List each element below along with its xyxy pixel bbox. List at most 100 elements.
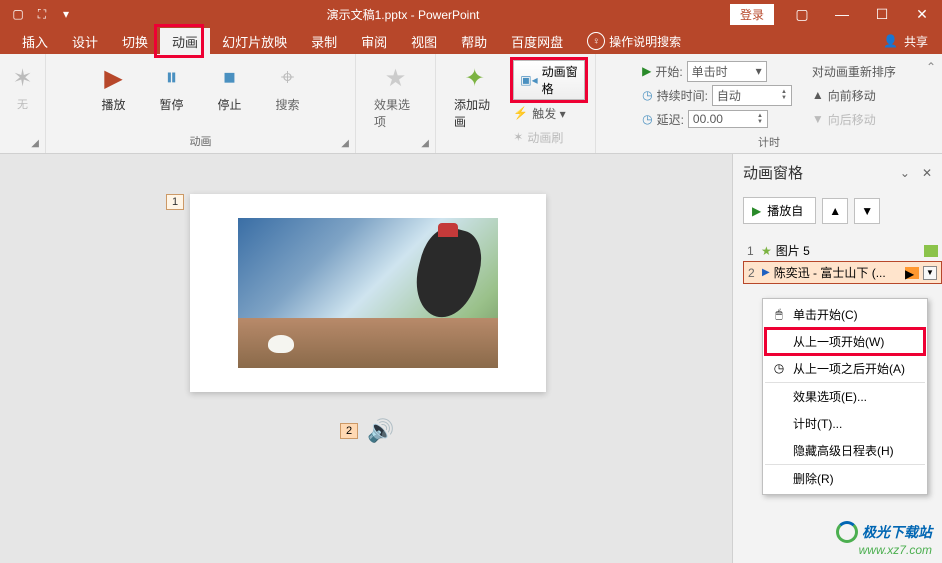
image-placeholder[interactable] xyxy=(238,218,498,368)
menu-remove[interactable]: 删除(R) xyxy=(765,465,925,492)
animation-context-menu: 🖱 单击开始(C) 从上一项开始(W) ◷ 从上一项之后开始(A) 效果选项(E… xyxy=(762,298,928,495)
animation-painter-button[interactable]: ✶ 动画刷 xyxy=(513,126,585,148)
duration-label: 持续时间: xyxy=(657,87,708,104)
clock-icon: ◷ xyxy=(771,360,787,376)
tab-baidu[interactable]: 百度网盘 xyxy=(499,28,575,54)
tab-insert[interactable]: 插入 xyxy=(10,28,60,54)
duration-input[interactable]: 自动▲▼ xyxy=(712,85,792,106)
animation-pane-title: 动画窗格 xyxy=(743,162,803,183)
none-label: 无 xyxy=(17,96,28,112)
pause-button[interactable]: ⏸ 暂停 xyxy=(144,58,200,117)
close-button[interactable]: ✕ xyxy=(902,0,942,28)
play-from-button[interactable]: ▶ 播放自 xyxy=(743,197,816,224)
arrow-up-icon: ▲ xyxy=(829,204,841,218)
menu-on-click[interactable]: 🖱 单击开始(C) xyxy=(765,301,925,328)
move-up-button[interactable]: ▲ xyxy=(822,198,848,224)
start-dropdown[interactable]: 单击时▾ xyxy=(687,61,767,82)
menu-after-previous[interactable]: ◷ 从上一项之后开始(A) xyxy=(765,355,925,383)
group-anim-label: 动画 xyxy=(190,136,212,148)
tab-record[interactable]: 录制 xyxy=(299,28,349,54)
add-star-icon: ✦ xyxy=(459,62,491,94)
trigger-button[interactable]: ⚡ 触发 ▾ xyxy=(513,102,585,124)
tab-review[interactable]: 审阅 xyxy=(349,28,399,54)
stop-button[interactable]: ⏹ 停止 xyxy=(202,58,258,117)
qat-overflow-icon[interactable]: ▾ xyxy=(56,4,76,24)
none-icon: ✶ xyxy=(7,62,39,94)
pause-icon: ⏸ xyxy=(156,62,188,94)
dialog-launcher-icon[interactable]: ◢ xyxy=(31,138,39,149)
play-icon: ▶ xyxy=(752,204,761,218)
move-later-button: ▼向后移动 xyxy=(812,108,896,130)
arrow-up-icon: ▲ xyxy=(812,88,824,102)
ribbon-tabs: 插入 设计 切换 动画 幻灯片放映 录制 审阅 视图 帮助 百度网盘 ♀ 操作说… xyxy=(0,28,942,54)
menu-with-previous[interactable]: 从上一项开始(W) xyxy=(765,328,925,355)
pause-label: 暂停 xyxy=(159,96,183,113)
anim-name: 图片 5 xyxy=(776,242,920,259)
tab-slideshow[interactable]: 幻灯片放映 xyxy=(210,28,299,54)
dialog-launcher-icon[interactable]: ◢ xyxy=(341,138,349,149)
tab-animations[interactable]: 动画 xyxy=(160,28,210,54)
anim-index: 2 xyxy=(748,266,758,280)
move-earlier-button[interactable]: ▲向前移动 xyxy=(812,84,896,106)
qat-fullscreen-icon[interactable]: ⛶ xyxy=(32,4,52,24)
animation-pane-button[interactable]: ▣◂ 动画窗格 xyxy=(513,60,585,100)
menu-effect-options[interactable]: 效果选项(E)... xyxy=(765,383,925,410)
clock-icon: ◷ xyxy=(642,112,652,126)
anim-name: 陈奕迅 - 富士山下 (... xyxy=(774,264,901,281)
qat-start-presentation-icon[interactable]: ▢ xyxy=(8,4,28,24)
menu-hide-timeline[interactable]: 隐藏高级日程表(H) xyxy=(765,437,925,465)
group-timing-label: 计时 xyxy=(758,137,780,149)
search-label: 搜索 xyxy=(275,96,299,113)
logo-swirl-icon xyxy=(836,521,858,543)
tab-design[interactable]: 设计 xyxy=(60,28,110,54)
reorder-label: 对动画重新排序 xyxy=(812,60,896,82)
tell-me-search[interactable]: 操作说明搜索 xyxy=(609,33,681,50)
effect-options-label: 效果选项 xyxy=(374,96,417,130)
timeline-bar: ▶ xyxy=(905,267,919,279)
tab-help[interactable]: 帮助 xyxy=(449,28,499,54)
pane-icon: ▣◂ xyxy=(520,73,537,87)
item-dropdown-icon[interactable]: ▼ xyxy=(923,266,937,280)
login-button[interactable]: 登录 xyxy=(730,4,774,25)
delay-label: 延迟: xyxy=(657,111,684,128)
play-button[interactable]: ▶ 播放 xyxy=(86,58,142,117)
pane-close-icon[interactable]: ✕ xyxy=(922,166,932,180)
media-play-icon: ▶ xyxy=(762,267,770,278)
speaker-icon[interactable]: 🔊 xyxy=(366,416,396,446)
slide-canvas[interactable]: 1 2 🔊 xyxy=(4,154,732,563)
tab-transitions[interactable]: 切换 xyxy=(110,28,160,54)
animation-item[interactable]: 1 ★ 图片 5 xyxy=(743,240,942,261)
share-button[interactable]: 共享 xyxy=(904,33,928,50)
move-down-button[interactable]: ▼ xyxy=(854,198,880,224)
slide[interactable] xyxy=(190,194,546,392)
search-button[interactable]: ⌖ 搜索 xyxy=(260,58,316,117)
maximize-button[interactable]: ☐ xyxy=(862,0,902,28)
tell-me-bulb-icon: ♀ xyxy=(587,32,605,50)
minimize-button[interactable]: — xyxy=(822,0,862,28)
dialog-launcher-icon[interactable]: ◢ xyxy=(421,138,429,149)
lightning-icon: ⚡ xyxy=(513,106,528,120)
ribbon-content: ✶ 无 ◢ ▶ 播放 ⏸ 暂停 ⏹ 停止 ⌖ 搜索 动画 ◢ xyxy=(0,54,942,154)
arrow-down-icon: ▼ xyxy=(812,112,824,126)
watermark: 极光下载站 www.xz7.com xyxy=(836,521,932,557)
animation-list: 1 ★ 图片 5 2 ▶ 陈奕迅 - 富士山下 (... ▶ ▼ xyxy=(733,230,942,284)
mouse-icon: 🖱 xyxy=(771,306,787,322)
preview-drop[interactable]: ✶ 无 xyxy=(5,58,41,116)
add-animation-button[interactable]: ✦ 添加动画 xyxy=(442,58,507,134)
animation-pane-label: 动画窗格 xyxy=(542,63,578,97)
play-icon: ▶ xyxy=(98,62,130,94)
menu-timing[interactable]: 计时(T)... xyxy=(765,410,925,437)
animation-order-badge[interactable]: 1 xyxy=(166,194,184,210)
ribbon-display-options-icon[interactable]: ▢ xyxy=(782,0,822,28)
collapse-ribbon-icon[interactable]: ⌃ xyxy=(926,60,936,74)
animation-item[interactable]: 2 ▶ 陈奕迅 - 富士山下 (... ▶ ▼ xyxy=(743,261,942,284)
animation-order-badge[interactable]: 2 xyxy=(340,423,358,439)
share-person-icon: 👤 xyxy=(883,34,898,48)
entrance-star-icon: ★ xyxy=(761,244,772,258)
stop-icon: ⏹ xyxy=(214,62,246,94)
anim-index: 1 xyxy=(747,244,757,258)
add-animation-label: 添加动画 xyxy=(454,96,495,130)
tab-view[interactable]: 视图 xyxy=(399,28,449,54)
delay-input[interactable]: 00.00▲▼ xyxy=(688,110,768,128)
pane-chevron-icon[interactable]: ⌄ xyxy=(900,166,910,180)
